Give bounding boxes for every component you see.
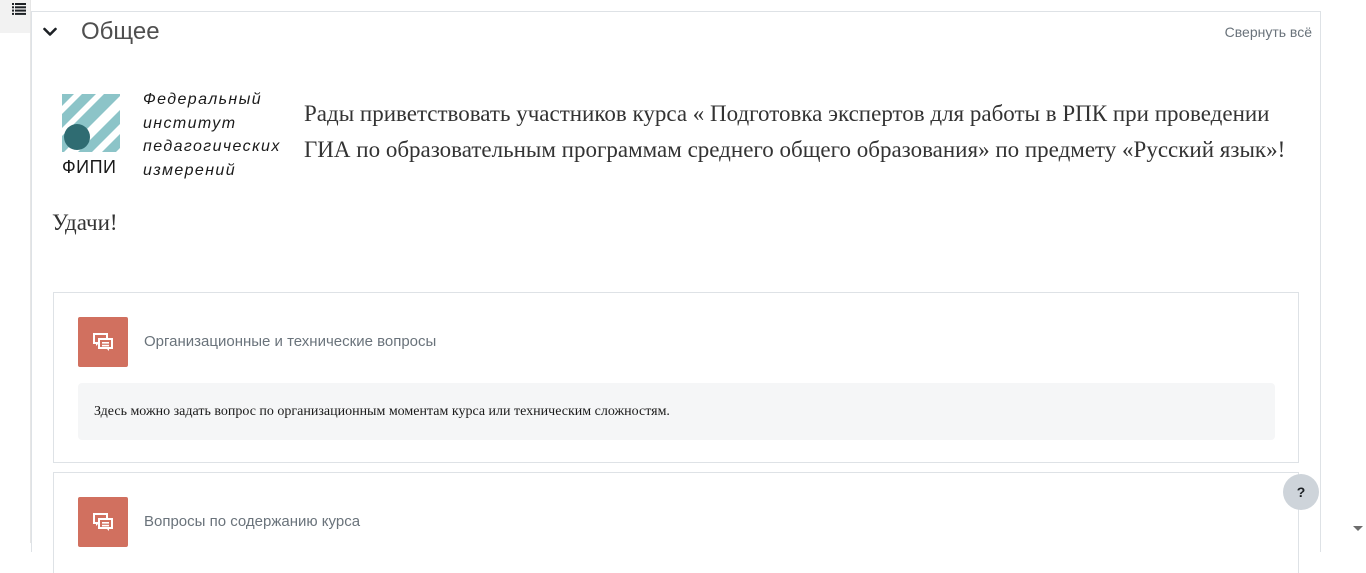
left-rail <box>0 0 31 543</box>
list-icon <box>12 3 26 15</box>
logo-line: институт <box>143 114 237 132</box>
fipi-logo: ФИПИ Федеральный институт педагогических… <box>61 88 291 179</box>
logo-acronym: ФИПИ <box>62 157 117 177</box>
section-header: Общее Свернуть всё <box>32 12 1320 52</box>
forum-icon[interactable] <box>78 497 128 547</box>
activity-forum-org: Организационные и технические вопросы Зд… <box>53 292 1299 463</box>
logo-line: измерений <box>143 161 237 179</box>
help-button[interactable]: ? <box>1283 474 1319 510</box>
luck-message: Удачи! <box>52 210 118 235</box>
chevron-down-icon[interactable] <box>43 24 57 42</box>
scrollbar-arrow[interactable] <box>1350 510 1366 543</box>
section-title: Общее <box>81 18 160 45</box>
collapse-all-link[interactable]: Свернуть всё <box>1225 23 1312 41</box>
logo-line: педагогических <box>143 138 281 155</box>
logo-text: Федеральный институт педагогических изме… <box>143 88 293 182</box>
course-section-general: Общее Свернуть всё ФИПИ Федеральный инст… <box>31 11 1321 573</box>
logo-line: Федеральный <box>143 91 263 108</box>
drawer-toggle-button[interactable] <box>0 0 30 33</box>
activity-forum-content: Вопросы по содержанию курса <box>53 472 1299 573</box>
section-summary: ФИПИ Федеральный институт педагогических… <box>52 82 1302 252</box>
fipi-emblem <box>62 94 120 152</box>
activity-link[interactable]: Организационные и технические вопросы <box>144 333 436 351</box>
activity-link[interactable]: Вопросы по содержанию курса <box>144 513 360 531</box>
forum-icon[interactable] <box>78 317 128 367</box>
activity-description: Здесь можно задать вопрос по организацио… <box>78 383 1275 440</box>
activity-description-text: Здесь можно задать вопрос по организацио… <box>94 404 670 419</box>
welcome-message: Рады приветствовать участников курса « П… <box>304 101 1286 162</box>
